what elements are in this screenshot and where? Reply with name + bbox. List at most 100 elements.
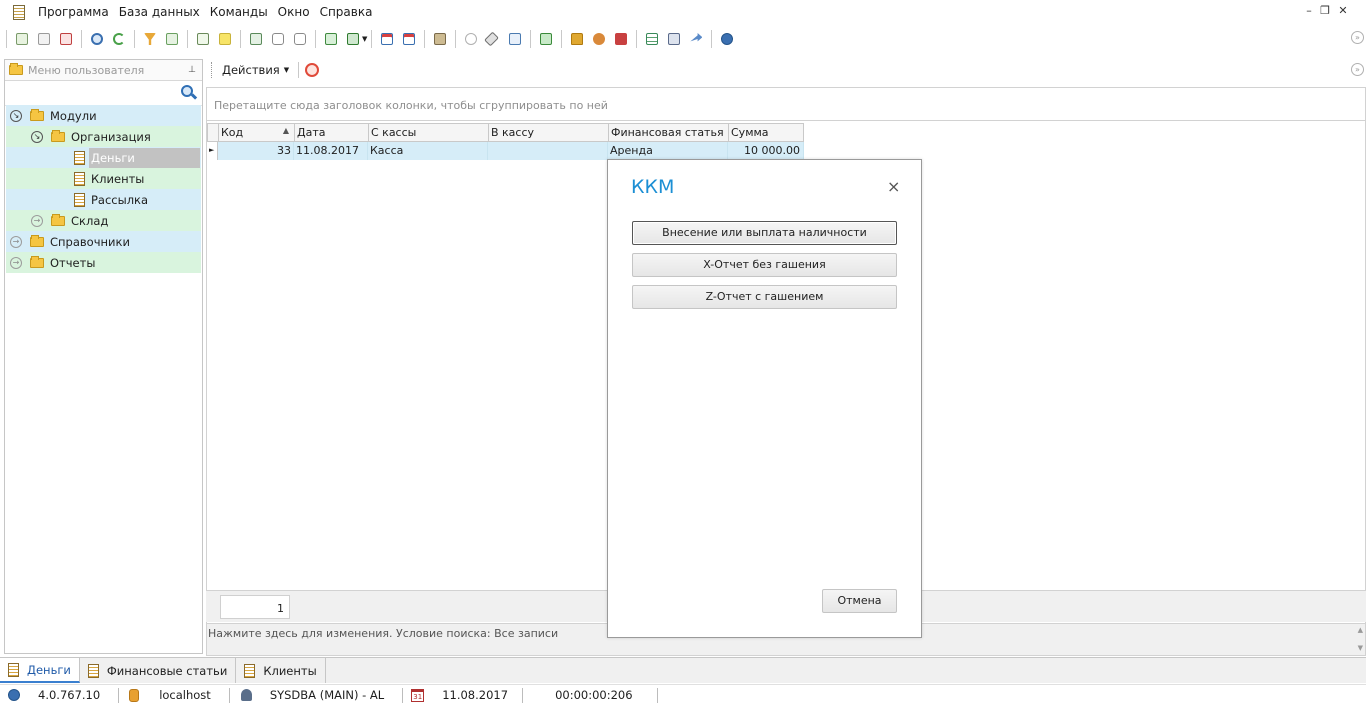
scroll-up-icon[interactable]: ▲ bbox=[1358, 626, 1363, 634]
group-by-area[interactable]: Перетащите сюда заголовок колонки, чтобы… bbox=[206, 87, 1366, 121]
filter-icon[interactable] bbox=[141, 30, 159, 48]
record-count: 1 bbox=[220, 595, 290, 619]
tree-item-mailing[interactable]: Рассылка bbox=[6, 189, 201, 210]
document-icon bbox=[244, 663, 256, 678]
excel-icon[interactable] bbox=[344, 30, 362, 48]
cell-code[interactable]: 33 bbox=[218, 142, 294, 160]
column-header-from-cash[interactable]: С кассы bbox=[368, 123, 489, 142]
expand-icon[interactable]: → bbox=[31, 214, 43, 227]
table-icon[interactable] bbox=[643, 30, 661, 48]
x-report-button[interactable]: X-Отчет без гашения bbox=[632, 253, 897, 277]
menu-commands[interactable]: Команды bbox=[205, 1, 273, 23]
exit-icon[interactable] bbox=[431, 30, 449, 48]
column-header-to-cash[interactable]: В кассу bbox=[488, 123, 609, 142]
tree-item-references[interactable]: → Справочники bbox=[6, 231, 201, 252]
tools-icon[interactable] bbox=[484, 30, 502, 48]
cell-finance-item[interactable]: Аренда bbox=[608, 142, 728, 160]
tree-item-warehouse[interactable]: → Склад bbox=[6, 210, 201, 231]
cell-date[interactable]: 11.08.2017 bbox=[294, 142, 368, 160]
actions-chevron-icon[interactable]: » bbox=[1351, 63, 1364, 76]
column-header-finance-item[interactable]: Финансовая статья bbox=[608, 123, 729, 142]
minimize-icon[interactable]: – bbox=[1302, 4, 1316, 17]
copy-record-icon[interactable] bbox=[35, 30, 53, 48]
tree-item-organization[interactable]: ↘ Организация bbox=[6, 126, 201, 147]
tree-item-money[interactable]: Деньги bbox=[6, 147, 201, 168]
refresh-icon[interactable] bbox=[110, 30, 128, 48]
new-window-icon[interactable] bbox=[378, 30, 396, 48]
tab-finance-items[interactable]: Финансовые статьи bbox=[80, 658, 237, 683]
close-icon[interactable]: × bbox=[887, 177, 900, 196]
lock-icon[interactable] bbox=[568, 30, 586, 48]
add-child-icon[interactable] bbox=[194, 30, 212, 48]
tree-item-modules[interactable]: ↘ Модули bbox=[6, 105, 201, 126]
filter-settings-icon[interactable] bbox=[163, 30, 181, 48]
collapse-icon[interactable]: ↘ bbox=[31, 130, 43, 143]
cell-amount[interactable]: 10 000.00 bbox=[728, 142, 804, 160]
note-icon[interactable] bbox=[216, 30, 234, 48]
tab-clients[interactable]: Клиенты bbox=[236, 658, 326, 683]
document-icon bbox=[74, 150, 85, 165]
tree-item-label: Справочники bbox=[50, 234, 130, 249]
checklist-icon[interactable] bbox=[537, 30, 555, 48]
print-icon[interactable] bbox=[665, 30, 683, 48]
tree-search-icon[interactable] bbox=[181, 85, 198, 101]
tree-item-label: Склад bbox=[71, 213, 109, 228]
expand-all-icon[interactable] bbox=[269, 30, 287, 48]
cash-in-out-button[interactable]: Внесение или выплата наличности bbox=[632, 221, 897, 245]
tab-label: Финансовые статьи bbox=[106, 663, 228, 678]
delete-record-icon[interactable] bbox=[57, 30, 75, 48]
cell-from-cash[interactable]: Касса bbox=[368, 142, 488, 160]
pin-icon[interactable]: ⊥ bbox=[188, 65, 196, 75]
collapse-icon[interactable]: ↘ bbox=[10, 109, 22, 122]
column-header-label: Код bbox=[221, 126, 244, 139]
tree-item-reports[interactable]: → Отчеты bbox=[6, 252, 201, 273]
filter-text: Нажмите здесь для изменения. Условие пои… bbox=[208, 627, 559, 640]
tree-item-label: Отчеты bbox=[50, 255, 96, 270]
main-toolbar: ▼ » bbox=[0, 26, 1366, 52]
column-header-code[interactable]: Код ▲ bbox=[218, 123, 295, 142]
expand-icon[interactable]: → bbox=[10, 235, 22, 248]
forward-icon[interactable] bbox=[687, 30, 705, 48]
calendar-icon: 31 bbox=[411, 688, 425, 702]
actions-menu-button[interactable]: Действия bbox=[222, 63, 280, 77]
document-icon bbox=[87, 663, 99, 678]
stop-record-icon[interactable] bbox=[305, 63, 320, 77]
tree-item-label: Клиенты bbox=[91, 171, 145, 186]
column-header-label: В кассу bbox=[491, 126, 535, 139]
restore-icon[interactable]: ❐ bbox=[1318, 4, 1332, 17]
new-record-icon[interactable] bbox=[13, 30, 31, 48]
cancel-button[interactable]: Отмена bbox=[822, 589, 897, 613]
export-icon[interactable] bbox=[322, 30, 340, 48]
z-report-button[interactable]: Z-Отчет с гашением bbox=[632, 285, 897, 309]
timer-text: 00:00:00:206 bbox=[555, 688, 633, 702]
users-icon[interactable] bbox=[590, 30, 608, 48]
menu-database[interactable]: База данных bbox=[114, 1, 205, 23]
tree-item-clients[interactable]: Клиенты bbox=[6, 168, 201, 189]
close-window-icon[interactable]: ✕ bbox=[1336, 4, 1350, 17]
menu-program[interactable]: Программа bbox=[33, 1, 114, 23]
plugin-icon[interactable] bbox=[612, 30, 630, 48]
collapse-all-icon[interactable] bbox=[291, 30, 309, 48]
expand-icon[interactable]: → bbox=[10, 256, 22, 269]
folder-icon bbox=[9, 63, 23, 75]
app-icon[interactable] bbox=[13, 4, 25, 20]
close-tab-icon[interactable] bbox=[400, 30, 418, 48]
cell-to-cash[interactable] bbox=[488, 142, 608, 160]
row-indicator-header bbox=[207, 123, 218, 142]
menu-window[interactable]: Окно bbox=[273, 1, 315, 23]
search-icon[interactable] bbox=[88, 30, 106, 48]
dialog-title: ККМ bbox=[631, 176, 675, 198]
excel-dropdown-icon[interactable]: ▼ bbox=[362, 35, 367, 43]
columns-icon[interactable] bbox=[247, 30, 265, 48]
toolbar-chevron-icon[interactable]: » bbox=[1351, 31, 1364, 44]
tab-money[interactable]: Деньги bbox=[0, 658, 80, 683]
scroll-down-icon[interactable]: ▼ bbox=[1358, 644, 1363, 652]
info-icon[interactable] bbox=[718, 30, 736, 48]
stop-icon[interactable] bbox=[462, 30, 480, 48]
column-header-date[interactable]: Дата bbox=[294, 123, 369, 142]
folder-icon bbox=[30, 255, 44, 268]
paint-icon[interactable] bbox=[506, 30, 524, 48]
chevron-down-icon[interactable]: ▼ bbox=[284, 66, 289, 74]
menu-help[interactable]: Справка bbox=[315, 1, 378, 23]
column-header-amount[interactable]: Сумма bbox=[728, 123, 804, 142]
